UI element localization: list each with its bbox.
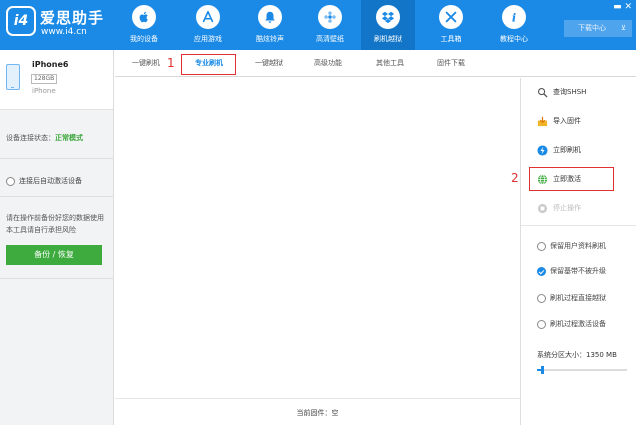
- nav-label: 高清壁纸: [316, 35, 344, 43]
- device-name: iPhone6: [32, 60, 69, 69]
- option-radio[interactable]: [537, 241, 546, 251]
- nav-label: 教程中心: [500, 35, 528, 43]
- nav-label: 应用游戏: [194, 35, 222, 43]
- tab-highlight-box: [181, 54, 236, 75]
- slider-track: [537, 369, 627, 371]
- option-label: 保留用户资料刷机: [550, 242, 606, 250]
- current-firmware: 当前固件：空: [296, 409, 339, 417]
- backup-warning: 请在操作前备份好您的数据使用本工具请自行承担风险: [6, 214, 104, 234]
- nav-apps-games[interactable]: 应用游戏: [181, 0, 235, 50]
- nav-flash-jailbreak[interactable]: 刷机越狱: [361, 0, 415, 50]
- nav-label: 工具箱: [440, 35, 462, 43]
- flower-icon: [318, 5, 342, 29]
- logo-url: www.i4.cn: [41, 27, 87, 37]
- tab-other-tools[interactable]: 其他工具: [367, 50, 413, 77]
- keep-baseband-option[interactable]: 保留基带不被升级: [537, 265, 606, 277]
- annotation-number: 2: [511, 171, 519, 185]
- action-panel: 查询SHSH 导入固件 立即刷机 立即激活 2 停止操作 保留用户资料刷机 保留…: [511, 78, 636, 425]
- activate-highlight-box: [529, 167, 614, 191]
- dropbox-icon: [376, 5, 400, 29]
- tab-one-click-flash[interactable]: 一键刷机: [123, 50, 169, 77]
- app-store-icon: [196, 5, 220, 29]
- tab-one-click-jailbreak[interactable]: 一键越狱: [246, 50, 292, 77]
- firmware-bar: 当前固件：空: [115, 398, 520, 425]
- partition-size-label: 系统分区大小：1350 MB: [537, 351, 617, 359]
- info-icon: i: [502, 5, 526, 29]
- action-label: 查询SHSH: [553, 88, 587, 96]
- nav-tutorials[interactable]: i 教程中心: [487, 0, 541, 50]
- stop-icon: [537, 203, 548, 214]
- divider: [521, 225, 636, 226]
- apple-icon: [132, 5, 156, 29]
- logo-title: 爱思助手: [40, 9, 105, 27]
- action-label: 立即刷机: [553, 146, 581, 154]
- action-label: 停止操作: [553, 204, 581, 212]
- option-label: 保留基带不被升级: [550, 267, 606, 275]
- window-controls[interactable]: ▬ ✕: [613, 2, 632, 12]
- nav-my-device[interactable]: 我的设备: [117, 0, 171, 50]
- option-radio[interactable]: [537, 293, 546, 303]
- tab-bar: 一键刷机 专业刷机 一键越狱 高级功能 其他工具 固件下载 1: [115, 50, 636, 77]
- option-label: 刷机过程激活设备: [550, 320, 606, 328]
- action-label: 导入固件: [553, 117, 581, 125]
- phone-icon: [6, 64, 20, 90]
- partition-size-slider[interactable]: [537, 366, 627, 374]
- download-arrow-icon: ⊻: [620, 24, 626, 32]
- tab-advanced[interactable]: 高级功能: [305, 50, 351, 77]
- stop-operation-button[interactable]: 停止操作: [537, 201, 581, 215]
- nav-toolbox[interactable]: 工具箱: [424, 0, 478, 50]
- query-shsh-button[interactable]: 查询SHSH: [537, 85, 586, 99]
- device-model: iPhone: [32, 87, 56, 95]
- auto-activate-label: 连接后自动激活设备: [19, 177, 82, 185]
- nav-ringtones[interactable]: 酷炫铃声: [243, 0, 297, 50]
- main-content: [115, 78, 520, 398]
- flash-icon: [537, 144, 548, 156]
- logo-badge: i4: [6, 6, 36, 36]
- option-radio[interactable]: [537, 319, 546, 329]
- import-icon: [537, 116, 548, 127]
- logo: i4 爱思助手 www.i4.cn: [6, 4, 118, 44]
- bell-icon: [258, 5, 282, 29]
- flash-now-button[interactable]: 立即刷机: [537, 143, 581, 157]
- auto-activate-radio[interactable]: [6, 176, 15, 186]
- backup-restore-button[interactable]: 备份 / 恢复: [6, 245, 102, 265]
- divider: [0, 278, 113, 279]
- import-firmware-button[interactable]: 导入固件: [537, 114, 581, 128]
- divider: [0, 158, 113, 159]
- activate-during-flash-option[interactable]: 刷机过程激活设备: [537, 318, 606, 330]
- search-shsh-icon: [537, 87, 548, 98]
- download-center-button[interactable]: 下载中心 ⊻: [564, 20, 632, 37]
- download-center-label: 下载中心: [578, 24, 606, 32]
- nav-label: 刷机越狱: [374, 35, 402, 43]
- jailbreak-during-flash-option[interactable]: 刷机过程直接越狱: [537, 292, 606, 304]
- option-radio[interactable]: [537, 266, 546, 276]
- device-storage-badge: 128GB: [31, 74, 58, 84]
- annotation-number: 1: [167, 56, 175, 70]
- device-sidebar: iPhone6 128GB iPhone 设备连接状态：正常模式 连接后自动激活…: [0, 50, 114, 425]
- auto-activate-option[interactable]: 连接后自动激活设备: [6, 176, 82, 186]
- slider-handle[interactable]: [541, 366, 544, 374]
- connection-status: 设备连接状态：正常模式: [6, 133, 83, 143]
- device-card[interactable]: iPhone6 128GB iPhone: [0, 50, 113, 110]
- connection-status-value: 正常模式: [55, 134, 83, 142]
- keep-user-data-option[interactable]: 保留用户资料刷机: [537, 240, 606, 252]
- tools-icon: [439, 5, 463, 29]
- divider: [0, 196, 113, 197]
- connection-status-label: 设备连接状态：: [6, 134, 55, 142]
- nav-label: 我的设备: [130, 35, 158, 43]
- nav-wallpapers[interactable]: 高清壁纸: [303, 0, 357, 50]
- svg-text:i: i: [512, 10, 516, 24]
- option-label: 刷机过程直接越狱: [550, 294, 606, 302]
- tab-firmware-download[interactable]: 固件下载: [428, 50, 474, 77]
- nav-label: 酷炫铃声: [256, 35, 284, 43]
- top-bar: i4 爱思助手 www.i4.cn 我的设备 应用游戏 酷炫铃声 高清壁纸 刷机…: [0, 0, 636, 50]
